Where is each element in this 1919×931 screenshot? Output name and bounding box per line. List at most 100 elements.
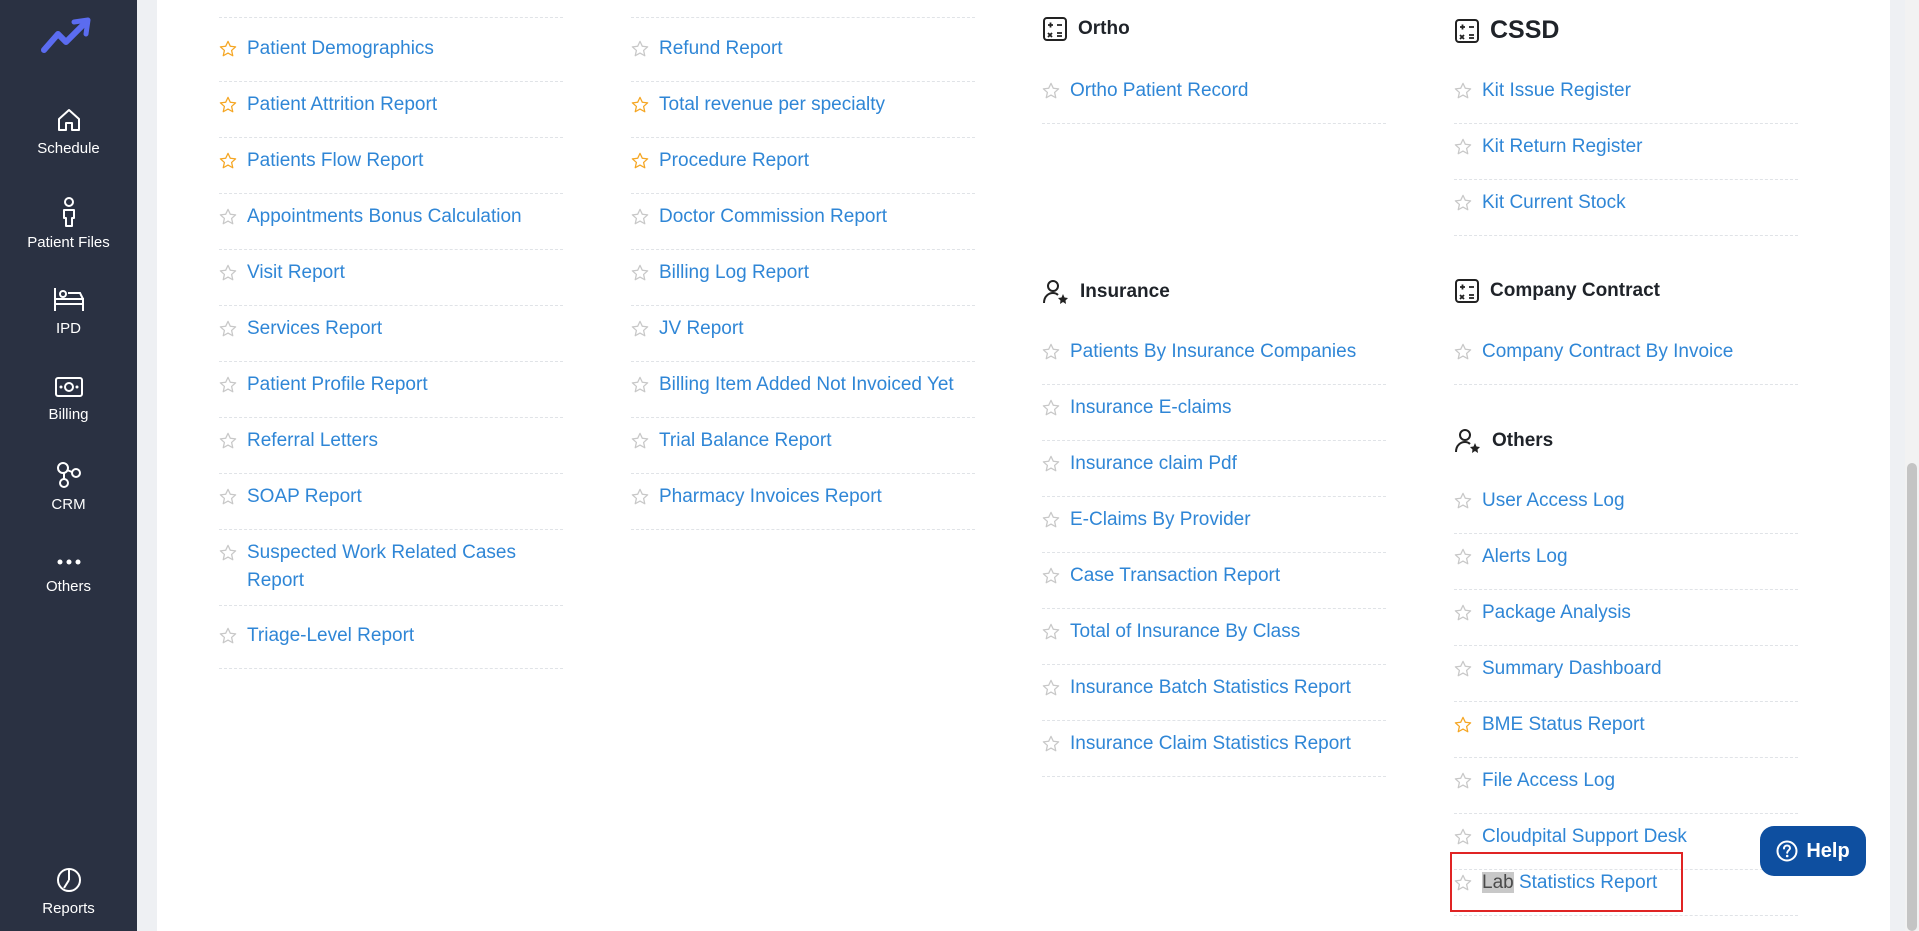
star-icon[interactable] <box>1454 548 1472 566</box>
list-divider <box>219 17 563 18</box>
report-link-insurance-batch-statistics-report[interactable]: Insurance Batch Statistics Report <box>1042 666 1386 721</box>
star-icon[interactable] <box>631 208 649 226</box>
star-icon[interactable] <box>631 40 649 58</box>
report-link-alerts-log[interactable]: Alerts Log <box>1454 535 1798 590</box>
star-icon[interactable] <box>219 264 237 282</box>
star-icon[interactable] <box>219 544 237 562</box>
star-icon[interactable] <box>1042 679 1060 697</box>
star-icon[interactable] <box>631 376 649 394</box>
report-link-appointments-bonus-calculation[interactable]: Appointments Bonus Calculation <box>219 195 563 250</box>
star-icon[interactable] <box>1454 660 1472 678</box>
report-link-suspected-work-related-cases-report[interactable]: Suspected Work Related Cases Report <box>219 531 563 606</box>
report-label: Trial Balance Report <box>659 430 832 451</box>
report-link-referral-letters[interactable]: Referral Letters <box>219 419 563 474</box>
report-label: SOAP Report <box>247 486 362 507</box>
report-link-company-contract-by-invoice[interactable]: Company Contract By Invoice <box>1454 330 1798 385</box>
star-icon[interactable] <box>631 264 649 282</box>
report-link-ortho-patient-record[interactable]: Ortho Patient Record <box>1042 69 1386 124</box>
report-link-jv-report[interactable]: JV Report <box>631 307 975 362</box>
report-link-billing-log-report[interactable]: Billing Log Report <box>631 251 975 306</box>
report-link-kit-return-register[interactable]: Kit Return Register <box>1454 125 1798 180</box>
star-icon[interactable] <box>219 376 237 394</box>
star-icon[interactable] <box>1454 343 1472 361</box>
report-link-services-report[interactable]: Services Report <box>219 307 563 362</box>
user-star-icon <box>1455 429 1480 453</box>
star-icon[interactable] <box>1454 828 1472 846</box>
report-link-billing-item-added-not-invoiced-yet[interactable]: Billing Item Added Not Invoiced Yet <box>631 363 975 418</box>
star-icon[interactable] <box>1454 772 1472 790</box>
star-icon[interactable] <box>1454 138 1472 156</box>
report-link-user-access-log[interactable]: User Access Log <box>1454 479 1798 534</box>
report-link-patient-profile-report[interactable]: Patient Profile Report <box>219 363 563 418</box>
star-icon[interactable] <box>219 320 237 338</box>
star-icon[interactable] <box>219 208 237 226</box>
report-link-pharmacy-invoices-report[interactable]: Pharmacy Invoices Report <box>631 475 975 530</box>
report-link-insurance-claim-statistics-report[interactable]: Insurance Claim Statistics Report <box>1042 722 1386 777</box>
scrollbar-thumb[interactable] <box>1907 463 1917 931</box>
report-link-total-revenue-per-specialty[interactable]: Total revenue per specialty <box>631 83 975 138</box>
star-icon[interactable] <box>631 488 649 506</box>
star-icon[interactable] <box>1454 194 1472 212</box>
sidebar-item-others[interactable]: Others <box>0 552 137 595</box>
star-icon[interactable] <box>1042 735 1060 753</box>
report-link-lab-statistics[interactable]: Lab Statistics Report <box>1454 861 1798 916</box>
sidebar-item-schedule[interactable]: Schedule <box>0 106 137 157</box>
report-link-soap-report[interactable]: SOAP Report <box>219 475 563 530</box>
report-link-doctor-commission-report[interactable]: Doctor Commission Report <box>631 195 975 250</box>
report-label: Total of Insurance By Class <box>1070 621 1301 642</box>
star-icon[interactable] <box>1042 455 1060 473</box>
app-logo[interactable] <box>40 16 96 56</box>
sidebar-item-billing[interactable]: Billing <box>0 374 137 423</box>
report-link-insurance-claim-pdf[interactable]: Insurance claim Pdf <box>1042 442 1386 497</box>
star-icon[interactable] <box>1042 567 1060 585</box>
sidebar-item-crm[interactable]: CRM <box>0 460 137 513</box>
report-link-case-transaction-report[interactable]: Case Transaction Report <box>1042 554 1386 609</box>
report-link-patients-flow-report[interactable]: Patients Flow Report <box>219 139 563 194</box>
report-link-insurance-e-claims[interactable]: Insurance E-claims <box>1042 386 1386 441</box>
report-link-patients-by-insurance-companies[interactable]: Patients By Insurance Companies <box>1042 330 1386 385</box>
star-icon[interactable] <box>219 488 237 506</box>
report-link-patient-attrition-report[interactable]: Patient Attrition Report <box>219 83 563 138</box>
report-link-bme-status-report[interactable]: BME Status Report <box>1454 703 1798 758</box>
star-icon[interactable] <box>219 40 237 58</box>
report-link-kit-issue-register[interactable]: Kit Issue Register <box>1454 69 1798 124</box>
help-button[interactable]: Help <box>1760 826 1866 876</box>
star-icon[interactable] <box>631 96 649 114</box>
report-link-total-of-insurance-by-class[interactable]: Total of Insurance By Class <box>1042 610 1386 665</box>
star-icon[interactable] <box>1454 716 1472 734</box>
star-icon[interactable] <box>1454 874 1472 892</box>
star-icon[interactable] <box>1454 604 1472 622</box>
star-icon[interactable] <box>631 432 649 450</box>
report-link-triage-level-report[interactable]: Triage-Level Report <box>219 614 563 669</box>
star-icon[interactable] <box>219 96 237 114</box>
report-label: Triage-Level Report <box>247 625 415 646</box>
star-icon[interactable] <box>1454 82 1472 100</box>
star-icon[interactable] <box>219 152 237 170</box>
star-icon[interactable] <box>1042 511 1060 529</box>
report-link-kit-current-stock[interactable]: Kit Current Stock <box>1454 181 1798 236</box>
report-link-e-claims-by-provider[interactable]: E-Claims By Provider <box>1042 498 1386 553</box>
star-icon[interactable] <box>631 320 649 338</box>
report-link-refund-report[interactable]: Refund Report <box>631 27 975 82</box>
sidebar-item-label: Reports <box>42 900 95 917</box>
star-icon[interactable] <box>219 627 237 645</box>
report-link-file-access-log[interactable]: File Access Log <box>1454 759 1798 814</box>
report-link-procedure-report[interactable]: Procedure Report <box>631 139 975 194</box>
report-link-summary-dashboard[interactable]: Summary Dashboard <box>1454 647 1798 702</box>
report-link-trial-balance-report[interactable]: Trial Balance Report <box>631 419 975 474</box>
home-icon <box>57 109 80 131</box>
sidebar-item-patient-files[interactable]: Patient Files <box>0 196 137 251</box>
star-icon[interactable] <box>1042 82 1060 100</box>
list-divider <box>631 17 975 18</box>
star-icon[interactable] <box>631 152 649 170</box>
report-link-package-analysis[interactable]: Package Analysis <box>1454 591 1798 646</box>
sidebar-item-ipd[interactable]: IPD <box>0 284 137 337</box>
star-icon[interactable] <box>219 432 237 450</box>
star-icon[interactable] <box>1042 399 1060 417</box>
star-icon[interactable] <box>1042 623 1060 641</box>
star-icon[interactable] <box>1454 492 1472 510</box>
report-link-patient-demographics[interactable]: Patient Demographics <box>219 27 563 82</box>
star-icon[interactable] <box>1042 343 1060 361</box>
sidebar-item-reports[interactable]: Reports <box>0 866 137 917</box>
report-link-visit-report[interactable]: Visit Report <box>219 251 563 306</box>
